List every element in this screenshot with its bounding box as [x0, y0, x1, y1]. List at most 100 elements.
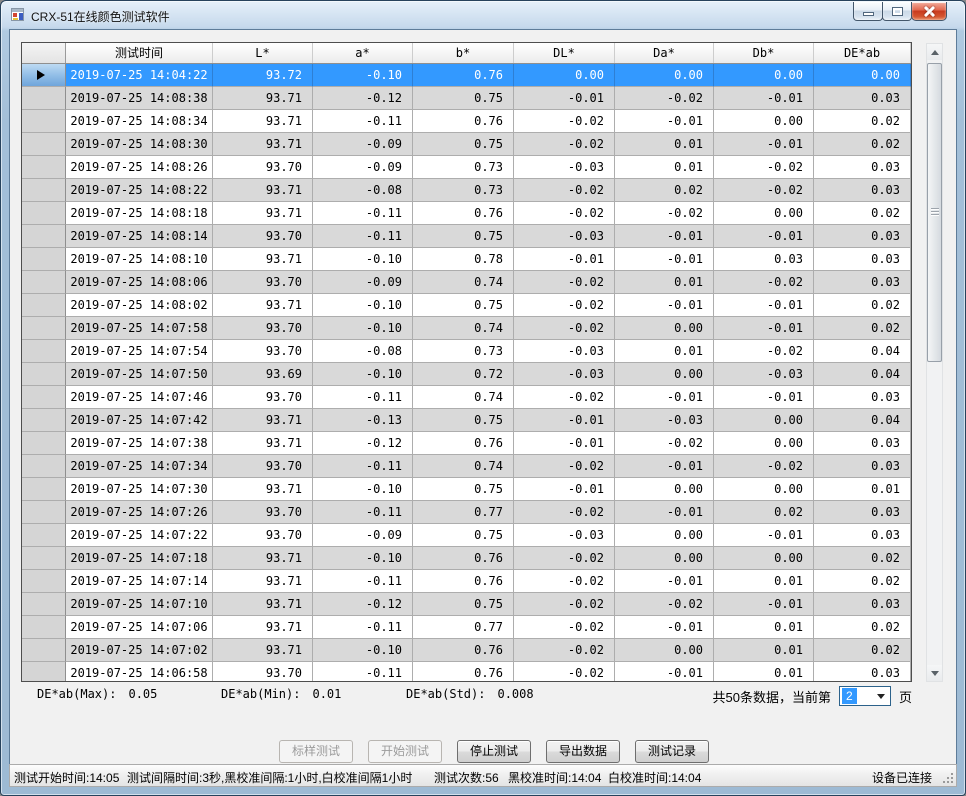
table-cell[interactable]: 0.76: [413, 662, 514, 682]
table-cell[interactable]: 0.00: [615, 478, 714, 501]
table-cell[interactable]: 93.70: [213, 271, 313, 294]
table-cell[interactable]: 0.02: [814, 547, 911, 570]
table-cell[interactable]: 0.00: [615, 317, 714, 340]
table-cell[interactable]: 0.00: [714, 547, 814, 570]
table-row[interactable]: 2019-07-25 14:08:0293.71-0.100.75-0.02-0…: [22, 294, 911, 317]
table-cell[interactable]: -0.11: [313, 501, 413, 524]
column-header-dl[interactable]: DL*: [514, 43, 615, 63]
table-cell[interactable]: 2019-07-25 14:07:58: [66, 317, 213, 340]
table-cell[interactable]: -0.03: [615, 409, 714, 432]
table-cell[interactable]: -0.11: [313, 202, 413, 225]
table-row[interactable]: 2019-07-25 14:08:2693.70-0.090.73-0.030.…: [22, 156, 911, 179]
table-cell[interactable]: 0.03: [814, 455, 911, 478]
row-selector[interactable]: [22, 156, 66, 179]
table-cell[interactable]: -0.08: [313, 340, 413, 363]
row-selector[interactable]: [22, 386, 66, 409]
table-row[interactable]: 2019-07-25 14:07:3093.71-0.100.75-0.010.…: [22, 478, 911, 501]
row-selector[interactable]: [22, 179, 66, 202]
table-cell[interactable]: 2019-07-25 14:08:38: [66, 87, 213, 110]
row-selector[interactable]: [22, 64, 66, 87]
table-cell[interactable]: -0.11: [313, 616, 413, 639]
row-selector[interactable]: [22, 455, 66, 478]
table-cell[interactable]: 0.75: [413, 593, 514, 616]
table-cell[interactable]: -0.02: [514, 547, 615, 570]
table-row[interactable]: 2019-07-25 14:07:3893.71-0.120.76-0.01-0…: [22, 432, 911, 455]
table-cell[interactable]: -0.01: [615, 455, 714, 478]
table-cell[interactable]: 0.04: [814, 409, 911, 432]
table-cell[interactable]: 2019-07-25 14:08:02: [66, 294, 213, 317]
table-cell[interactable]: 0.00: [615, 547, 714, 570]
table-cell[interactable]: -0.01: [714, 593, 814, 616]
table-cell[interactable]: -0.02: [514, 570, 615, 593]
table-cell[interactable]: -0.12: [313, 432, 413, 455]
table-cell[interactable]: 0.75: [413, 294, 514, 317]
table-cell[interactable]: 0.78: [413, 248, 514, 271]
table-row[interactable]: 2019-07-25 14:07:1493.71-0.110.76-0.02-0…: [22, 570, 911, 593]
table-cell[interactable]: -0.12: [313, 593, 413, 616]
table-cell[interactable]: 2019-07-25 14:07:30: [66, 478, 213, 501]
table-cell[interactable]: -0.02: [514, 501, 615, 524]
table-cell[interactable]: -0.02: [514, 317, 615, 340]
table-cell[interactable]: 0.77: [413, 501, 514, 524]
table-cell[interactable]: 0.76: [413, 202, 514, 225]
table-row[interactable]: 2019-07-25 14:04:2293.72-0.100.760.000.0…: [22, 64, 911, 87]
table-cell[interactable]: 0.03: [814, 179, 911, 202]
table-row[interactable]: 2019-07-25 14:08:3893.71-0.120.75-0.01-0…: [22, 87, 911, 110]
row-selector[interactable]: [22, 110, 66, 133]
table-cell[interactable]: 0.02: [814, 616, 911, 639]
table-cell[interactable]: -0.01: [615, 225, 714, 248]
table-cell[interactable]: 2019-07-25 14:08:22: [66, 179, 213, 202]
table-cell[interactable]: 93.72: [213, 64, 313, 87]
table-cell[interactable]: 0.01: [615, 133, 714, 156]
table-row[interactable]: 2019-07-25 14:07:1093.71-0.120.75-0.02-0…: [22, 593, 911, 616]
table-cell[interactable]: 0.74: [413, 271, 514, 294]
table-cell[interactable]: 2019-07-25 14:07:54: [66, 340, 213, 363]
row-selector[interactable]: [22, 133, 66, 156]
table-cell[interactable]: 0.76: [413, 570, 514, 593]
table-cell[interactable]: 93.70: [213, 662, 313, 682]
row-selector[interactable]: [22, 202, 66, 225]
table-cell[interactable]: -0.03: [714, 363, 814, 386]
row-selector[interactable]: [22, 409, 66, 432]
table-cell[interactable]: -0.02: [514, 271, 615, 294]
table-cell[interactable]: -0.02: [714, 179, 814, 202]
table-cell[interactable]: -0.10: [313, 363, 413, 386]
minimize-button[interactable]: [853, 2, 883, 21]
table-row[interactable]: 2019-07-25 14:07:2693.70-0.110.77-0.02-0…: [22, 501, 911, 524]
table-cell[interactable]: 0.72: [413, 363, 514, 386]
table-cell[interactable]: 0.73: [413, 340, 514, 363]
table-cell[interactable]: -0.01: [615, 501, 714, 524]
row-selector[interactable]: [22, 363, 66, 386]
table-cell[interactable]: -0.02: [514, 593, 615, 616]
table-cell[interactable]: -0.02: [615, 432, 714, 455]
table-cell[interactable]: -0.10: [313, 294, 413, 317]
table-row[interactable]: 2019-07-25 14:07:0693.71-0.110.77-0.02-0…: [22, 616, 911, 639]
table-cell[interactable]: 93.70: [213, 225, 313, 248]
table-cell[interactable]: 93.70: [213, 340, 313, 363]
row-selector[interactable]: [22, 639, 66, 662]
table-cell[interactable]: 0.03: [814, 386, 911, 409]
table-cell[interactable]: 93.71: [213, 478, 313, 501]
table-row[interactable]: 2019-07-25 14:07:1893.71-0.100.76-0.020.…: [22, 547, 911, 570]
table-row[interactable]: 2019-07-25 14:07:3493.70-0.110.74-0.02-0…: [22, 455, 911, 478]
table-cell[interactable]: 0.00: [615, 524, 714, 547]
table-cell[interactable]: -0.01: [514, 248, 615, 271]
export-data-button[interactable]: 导出数据: [546, 740, 620, 763]
table-cell[interactable]: 0.01: [714, 639, 814, 662]
table-cell[interactable]: 2019-07-25 14:07:22: [66, 524, 213, 547]
table-row[interactable]: 2019-07-25 14:07:5093.69-0.100.72-0.030.…: [22, 363, 911, 386]
table-cell[interactable]: -0.01: [615, 248, 714, 271]
table-cell[interactable]: 0.02: [814, 294, 911, 317]
table-row[interactable]: 2019-07-25 14:07:5493.70-0.080.73-0.030.…: [22, 340, 911, 363]
table-cell[interactable]: 93.70: [213, 524, 313, 547]
table-cell[interactable]: 0.75: [413, 409, 514, 432]
table-cell[interactable]: 0.01: [814, 478, 911, 501]
column-header-a[interactable]: a*: [313, 43, 413, 63]
table-cell[interactable]: 93.71: [213, 248, 313, 271]
table-cell[interactable]: -0.01: [514, 87, 615, 110]
close-button[interactable]: [911, 2, 947, 21]
column-header-da[interactable]: Da*: [615, 43, 714, 63]
table-cell[interactable]: 2019-07-25 14:08:34: [66, 110, 213, 133]
table-cell[interactable]: 0.00: [814, 64, 911, 87]
scroll-up-button[interactable]: [927, 44, 942, 60]
